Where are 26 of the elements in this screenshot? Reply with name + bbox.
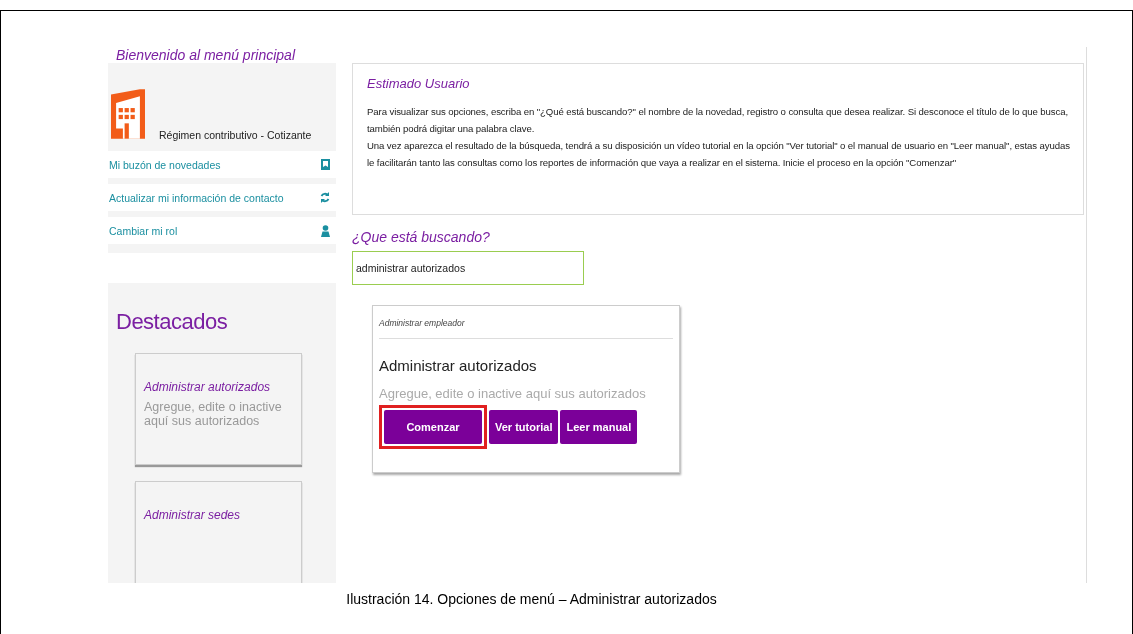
card-title: Administrar sedes (144, 508, 242, 522)
card-description: Agregue, edite o inactive aquí sus autorizados (144, 400, 283, 428)
notice-text: Una vez aparezca el resultado de la búsqueda, tendrá a su disposición un vídeo tutorial en la opción "Ver tutorial" o el manual de usuario en "Leer manual", estas ayudas le facilitarán tanto las consultas como los reportes de información que vaya a realizar en el sistema. Inicie el proceso en la opción "Comenzar" (367, 139, 1071, 170)
featured-card[interactable]: Administrar sedes (135, 481, 302, 583)
inbox-icon (321, 159, 330, 170)
notice-text: Para visualizar sus opciones, escriba en "¿Qué está buscando?" el nombre de la novedad, registro o consulta que desea realizar. Si desconoce el título de lo que busca, también podrá digitar una palabra clave. (367, 105, 1069, 136)
action-button[interactable]: Comenzar (384, 410, 482, 444)
page-heading: Bienvenido al menú principal (116, 47, 295, 63)
sidebar-item[interactable]: Mi buzón de novedades (108, 151, 336, 178)
action-button[interactable]: Ver tutorial (489, 410, 559, 444)
search-field[interactable]: administrar autorizados (352, 251, 584, 285)
result-title: Administrar autorizados (379, 357, 538, 374)
action-button[interactable]: Leer manual (560, 410, 638, 444)
featured-title: Destacados (116, 309, 229, 335)
featured-card[interactable]: Administrar autorizados Agregue, edite o inactive aquí sus autorizados (135, 353, 302, 465)
result-category: Administrar empleador (379, 318, 673, 339)
result-description: Agregue, edite o inactive aquí sus autorizados (379, 386, 647, 401)
refresh-icon (320, 192, 330, 203)
figure-caption: Ilustración 14. Opciones de menú – Administrar autorizados (346, 591, 717, 607)
sidebar-item[interactable]: Actualizar mi información de contacto (108, 184, 336, 211)
card-title: Administrar autorizados (144, 380, 272, 394)
notice-title: Estimado Usuario (367, 76, 471, 91)
sidebar-item[interactable]: Cambiar mi rol (108, 217, 336, 244)
user-icon (321, 224, 330, 237)
search-label: ¿Que está buscando? (352, 229, 491, 245)
regime-label: Régimen contributivo - Cotizante (159, 129, 312, 143)
